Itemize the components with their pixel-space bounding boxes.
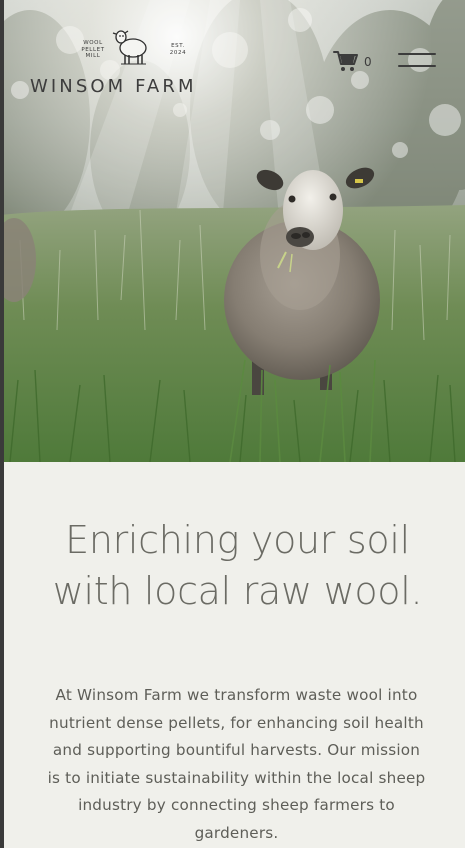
winsom-farm-logo[interactable]: WOOL PELLET MILL EST. 2024 WINSOM FARM bbox=[30, 24, 235, 100]
logo-established: EST. 2024 bbox=[169, 43, 187, 56]
headline-line-1: Enriching your soil bbox=[65, 518, 410, 562]
hero-image: WOOL PELLET MILL EST. 2024 WINSOM FARM 0 bbox=[0, 0, 465, 462]
site-header: WOOL PELLET MILL EST. 2024 WINSOM FARM 0 bbox=[0, 0, 465, 110]
page: WOOL PELLET MILL EST. 2024 WINSOM FARM 0… bbox=[0, 0, 465, 848]
hamburger-menu-icon-line-bottom bbox=[398, 65, 436, 67]
cart-button[interactable]: 0 bbox=[333, 50, 372, 72]
mission-line: At Winsom Farm we transform waste wool i… bbox=[55, 686, 418, 704]
mission-line: nutrient dense pellets, for enhancing so… bbox=[49, 713, 424, 732]
sheep-logo-icon bbox=[112, 30, 147, 65]
mission-line: and supporting bountiful harvests. Our m… bbox=[52, 741, 421, 759]
mission-line: gardeners. bbox=[194, 823, 279, 842]
page-headline: Enriching your soil with local raw wool. bbox=[10, 515, 465, 617]
cart-icon bbox=[333, 51, 358, 71]
hamburger-menu-button[interactable] bbox=[398, 52, 436, 68]
logo-wool-pellet-mill: WOOL PELLET MILL bbox=[81, 40, 105, 59]
logo-wordmark: WINSOM FARM bbox=[30, 76, 197, 97]
cart-count: 0 bbox=[364, 54, 372, 69]
hamburger-menu-icon-line-top bbox=[398, 53, 436, 55]
mission-statement: At Winsom Farm we transform waste wool i… bbox=[24, 682, 449, 847]
mission-line: is to initiate sustainability within the… bbox=[47, 768, 426, 787]
headline-line-2: with local raw wool. bbox=[52, 569, 423, 613]
mission-line: industry by connecting sheep farmers to bbox=[78, 796, 395, 814]
window-edge bbox=[0, 0, 4, 848]
